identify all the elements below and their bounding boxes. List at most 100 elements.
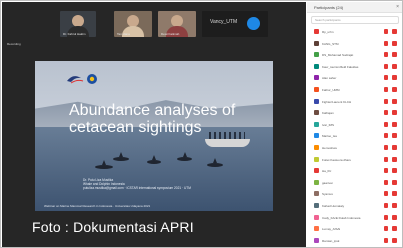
mic-muted-icon[interactable] xyxy=(384,156,388,162)
tile-name: Dr. Fahrul Hakim xyxy=(63,32,86,36)
camera-off-icon[interactable] xyxy=(392,40,397,46)
participant-row[interactable]: Ivar_IMS xyxy=(307,120,402,130)
participants-header: Participants (24) × xyxy=(307,2,402,13)
participant-row[interactable]: Kahad Humataiy xyxy=(307,201,402,211)
mic-muted-icon[interactable] xyxy=(384,133,388,139)
slide-credit: Dr. Putu Liza Mustika Whale and Dolphin … xyxy=(83,178,191,190)
slide-credit-line3: putuliza.mustika@gmail.com · ICSTAR inte… xyxy=(83,186,191,190)
mic-muted-icon[interactable] xyxy=(384,40,388,46)
video-tile[interactable]: Dewi Fatimah xyxy=(158,11,196,37)
camera-off-icon[interactable] xyxy=(392,226,397,232)
participants-panel: Participants (24) × Search participants … xyxy=(307,2,402,247)
participant-row[interactable]: Cady_FAcE Duiab Indonesia xyxy=(307,213,402,223)
mic-muted-icon[interactable] xyxy=(384,214,388,220)
camera-off-icon[interactable] xyxy=(392,52,397,58)
participant-row[interactable]: Kalhajan xyxy=(307,108,402,118)
participant-avatar xyxy=(314,237,319,243)
participant-avatar xyxy=(314,87,319,92)
slide-dolphin xyxy=(177,157,192,161)
participant-name: Fathur_UMM xyxy=(322,88,340,92)
participants-search-input[interactable]: Search participants xyxy=(311,16,399,24)
camera-off-icon[interactable] xyxy=(392,87,397,92)
avatar xyxy=(247,17,260,30)
participant-row[interactable]: Kaur_tourism/field Fakultas xyxy=(307,62,402,72)
slide-dolphin xyxy=(207,163,223,167)
camera-off-icon[interactable] xyxy=(392,179,397,185)
participant-name: Rp_urhn xyxy=(322,30,334,34)
participant-row[interactable]: Foitet Kaotuora dharu xyxy=(307,155,402,165)
mic-muted-icon[interactable] xyxy=(384,87,388,92)
participant-name: Kalhajan xyxy=(322,111,334,116)
video-tile[interactable]: Dr. Fahrul Hakim xyxy=(60,11,96,37)
camera-off-icon[interactable] xyxy=(392,203,397,208)
slide-dolphin-fin xyxy=(213,158,217,163)
mic-muted-icon[interactable] xyxy=(384,237,388,243)
participant-row[interactable]: Syamus xyxy=(307,189,402,199)
slide-dolphin-fin xyxy=(183,152,187,157)
participant-avatar xyxy=(314,98,319,104)
mic-muted-icon[interactable] xyxy=(384,168,388,174)
mic-muted-icon[interactable] xyxy=(384,226,388,232)
participant-row[interactable]: Marloo_tsa xyxy=(307,131,402,141)
camera-off-icon[interactable] xyxy=(392,214,397,220)
participant-row[interactable]: gaanvai xyxy=(307,178,402,188)
participant-avatar xyxy=(314,121,319,127)
participant-row[interactable]: Ha_IIU xyxy=(307,166,402,176)
participant-row[interactable]: Alan saher xyxy=(307,73,402,83)
participant-row[interactable]: DS_Muhamad Sudrajat xyxy=(307,50,402,60)
mic-muted-icon[interactable] xyxy=(384,98,388,104)
camera-off-icon[interactable] xyxy=(392,75,397,81)
participant-name: Fighter/Laurent KLCH xyxy=(322,99,352,104)
participant-row[interactable]: KANG_STM xyxy=(307,39,402,49)
camera-off-icon[interactable] xyxy=(392,145,397,150)
camera-off-icon[interactable] xyxy=(392,156,397,162)
camera-off-icon[interactable] xyxy=(392,121,397,127)
camera-off-icon[interactable] xyxy=(392,63,397,69)
participant-name: Marloo_tsa xyxy=(322,134,337,139)
participant-row[interactable]: Hemoshwe xyxy=(307,143,402,153)
slide-dolphin-fin xyxy=(102,160,106,165)
slide-boat xyxy=(205,132,250,147)
participant-row[interactable]: Rp_urhn xyxy=(307,27,402,37)
close-icon[interactable]: × xyxy=(396,4,399,10)
mic-muted-icon[interactable] xyxy=(384,29,388,34)
mic-muted-icon[interactable] xyxy=(384,203,388,208)
camera-off-icon[interactable] xyxy=(392,237,397,243)
slide-footer: Webinar on Marine Mammal Research in Ind… xyxy=(44,204,151,208)
mic-muted-icon[interactable] xyxy=(384,145,388,150)
participant-avatar xyxy=(314,40,319,46)
slide-dolphin-fin xyxy=(119,152,123,157)
mic-muted-icon[interactable] xyxy=(384,179,388,185)
mic-muted-icon[interactable] xyxy=(384,52,388,58)
slide-dolphin xyxy=(147,160,161,164)
mic-muted-icon[interactable] xyxy=(384,121,388,127)
camera-off-icon[interactable] xyxy=(392,110,397,116)
participant-avatar xyxy=(314,203,319,208)
camera-off-icon[interactable] xyxy=(392,29,397,34)
mic-muted-icon[interactable] xyxy=(384,75,388,81)
camera-off-icon[interactable] xyxy=(392,98,397,104)
participant-row[interactable]: Lumay_AISAl xyxy=(307,224,402,234)
participant-name: Ivar_IMS xyxy=(322,122,335,127)
participant-name: Lumay_AISAl xyxy=(322,227,341,232)
camera-off-icon[interactable] xyxy=(392,168,397,174)
mic-muted-icon[interactable] xyxy=(384,110,388,116)
tile-name: Dewi Fatimah xyxy=(161,32,180,36)
participant-row[interactable]: Ramian_ipsk xyxy=(307,236,402,246)
slide-title: Abundance analyses of cetacean sightings xyxy=(69,102,239,136)
participant-row[interactable]: Fathur_UMM xyxy=(307,85,402,95)
mic-muted-icon[interactable] xyxy=(384,191,388,197)
camera-off-icon[interactable] xyxy=(392,133,397,139)
participants-title: Participants (24) xyxy=(314,5,344,10)
participant-avatar xyxy=(314,214,319,220)
participant-avatar xyxy=(314,191,319,197)
participant-avatar xyxy=(314,75,319,81)
mic-muted-icon[interactable] xyxy=(384,63,388,69)
video-tile[interactable]: Vancy_UTM xyxy=(202,11,268,37)
camera-off-icon[interactable] xyxy=(392,191,397,197)
search-placeholder: Search participants xyxy=(315,18,341,22)
participant-avatar xyxy=(314,226,319,232)
video-tile[interactable]: Tan Hana xyxy=(114,11,152,37)
participant-row[interactable]: Fighter/Laurent KLCH xyxy=(307,97,402,107)
recording-indicator: Recording xyxy=(7,42,21,46)
